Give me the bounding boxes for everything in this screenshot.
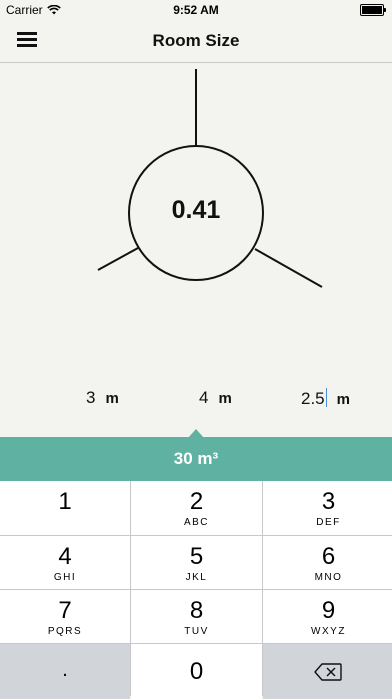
dimension-field-width[interactable]: 3 m — [86, 388, 119, 408]
key-digit: 1 — [58, 488, 72, 515]
ratio-value: 0.41 — [171, 196, 221, 224]
key-letters: PQRS — [47, 626, 83, 637]
key-6[interactable]: 6 MNO — [263, 536, 392, 589]
key-digit: 8 — [189, 597, 204, 624]
dimension-value: 3 — [86, 388, 96, 407]
dimension-unit: m — [336, 391, 350, 408]
volume-result: 30 m³ — [0, 437, 392, 481]
battery-fill — [362, 6, 382, 14]
key-digit: 5 — [189, 543, 204, 570]
dimension-value: 2.5 — [301, 389, 325, 408]
dimension-inputs: 3 m 4 m 2.5 m — [0, 388, 392, 414]
key-letters: JKL — [185, 572, 208, 583]
key-3[interactable]: 3 DEF — [263, 481, 392, 535]
key-digit: 7 — [58, 597, 72, 624]
key-letters: MNO — [314, 572, 343, 583]
key-9[interactable]: 9 WXYZ — [263, 590, 392, 643]
key-decimal[interactable]: . — [0, 644, 130, 699]
key-4[interactable]: 4 GHI — [0, 536, 130, 589]
dimension-value: 4 — [199, 388, 209, 407]
dimension-unit: m — [218, 390, 232, 407]
key-digit: 3 — [321, 488, 336, 515]
room-diagram: 0.41 — [0, 63, 392, 363]
key-letters: DEF — [316, 517, 341, 528]
key-letters: GHI — [53, 572, 77, 583]
dimension-unit: m — [105, 390, 119, 407]
key-delete[interactable] — [263, 644, 392, 699]
key-digit: 6 — [321, 543, 336, 570]
status-time: 9:52 AM — [173, 3, 219, 17]
key-7[interactable]: 7 PQRS — [0, 590, 130, 643]
key-2[interactable]: 2 ABC — [131, 481, 262, 535]
page-title: Room Size — [152, 31, 240, 50]
width-axis-line — [97, 247, 139, 271]
dimension-field-length[interactable]: 4 m — [199, 388, 232, 408]
status-bar: Carrier 9:52 AM — [0, 0, 392, 20]
key-1[interactable]: 1 — [0, 481, 130, 535]
key-0[interactable]: 0 — [131, 644, 262, 699]
dimension-field-height[interactable]: 2.5 m — [301, 388, 350, 409]
key-8[interactable]: 8 TUV — [131, 590, 262, 643]
key-letters: TUV — [184, 626, 209, 637]
key-digit: 4 — [58, 543, 72, 570]
dimension-value-wrap: 2.5 — [301, 388, 327, 409]
text-caret — [325, 388, 327, 407]
key-digit: 9 — [321, 597, 336, 624]
battery-icon — [360, 4, 386, 16]
key-letters: WXYZ — [311, 626, 346, 637]
backspace-icon — [314, 663, 342, 681]
key-letters: ABC — [183, 517, 210, 528]
nav-bar: Room Size — [0, 20, 392, 63]
key-5[interactable]: 5 JKL — [131, 536, 262, 589]
numeric-keypad: 1 2 ABC 3 DEF 4 GHI 5 JKL 6 MNO 7 PQRS 8… — [0, 481, 392, 699]
status-right — [360, 4, 386, 16]
key-digit: . — [62, 659, 68, 681]
key-digit: 0 — [189, 658, 204, 685]
key-digit: 2 — [189, 488, 204, 515]
length-axis-line — [254, 248, 323, 288]
